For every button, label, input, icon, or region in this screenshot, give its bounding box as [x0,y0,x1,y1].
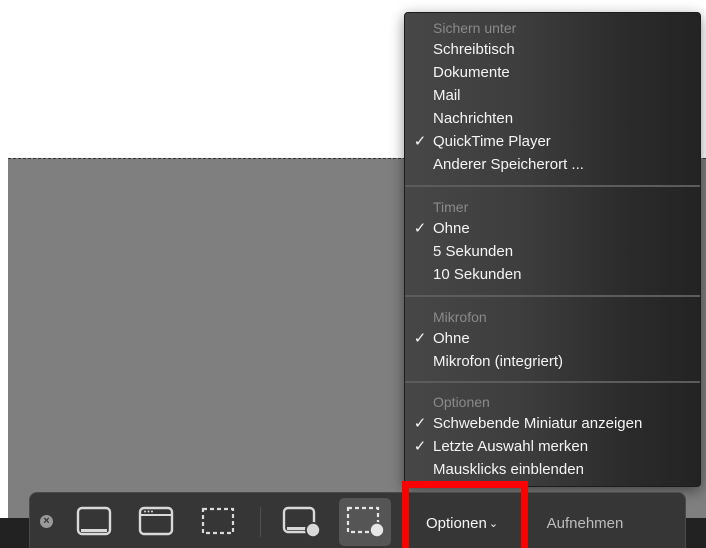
menu-item-label: Schwebende Miniatur anzeigen [433,415,643,432]
menu-item-messages[interactable]: Nachrichten [433,107,694,130]
menu-item-label: Ohne [433,220,470,237]
checkmark-icon: ✓ [413,415,427,432]
menu-header-microphone: Mikrofon [433,309,487,325]
menu-item-timer-10s[interactable]: 10 Sekunden [433,263,694,286]
menu-item-label: Mikrofon (integriert) [433,353,564,370]
menu-item-label: 5 Sekunden [433,243,514,260]
menu-separator [405,295,700,297]
checkmark-icon: ✓ [413,133,427,150]
checkmark-icon: ✓ [413,220,427,237]
menu-item-label: Mail [433,87,461,104]
menu-item-show-floating-thumbnail[interactable]: ✓ Schwebende Miniatur anzeigen [414,412,694,435]
menu-header-save-to: Sichern unter [433,20,517,36]
menu-item-label: Anderer Speicherort ... [433,156,584,173]
capture-entire-screen-icon[interactable] [74,504,114,538]
menu-item-label: Letzte Auswahl merken [433,438,589,455]
close-icon[interactable]: × [40,515,53,528]
menu-item-mic-builtin[interactable]: Mikrofon (integriert) [433,350,694,373]
menu-header-timer: Timer [433,199,469,215]
capture-selection-icon[interactable] [198,504,238,538]
menu-item-desktop[interactable]: Schreibtisch [433,38,694,61]
record-entire-screen-icon[interactable] [280,504,321,538]
menu-item-label: QuickTime Player [433,133,551,150]
record-button[interactable]: Aufnehmen [525,501,645,547]
menu-item-label: Dokumente [433,64,510,81]
menu-header-options: Optionen [433,394,490,410]
record-selection-icon[interactable] [344,504,385,538]
checkmark-icon: ✓ [413,438,427,455]
menu-item-label: Schreibtisch [433,41,515,58]
menu-item-documents[interactable]: Dokumente [433,61,694,84]
menu-item-mic-none[interactable]: ✓ Ohne [414,327,694,350]
menu-item-other-location[interactable]: Anderer Speicherort ... [433,153,694,176]
screenshot-toolbar: × Optionen ⌄ Aufnehmen [29,492,686,548]
screen: Sichern unter Schreibtisch Dokumente Mai… [0,0,706,548]
menu-item-label: Ohne [433,330,470,347]
menu-item-timer-5s[interactable]: 5 Sekunden [433,240,694,263]
menu-item-mail[interactable]: Mail [433,84,694,107]
menu-item-label: Mausklicks einblenden [433,461,584,478]
menu-item-label: Nachrichten [433,110,514,127]
menu-item-timer-none[interactable]: ✓ Ohne [414,217,694,240]
checkmark-icon: ✓ [413,330,427,347]
toolbar-divider [260,507,261,537]
menu-item-remember-last-selection[interactable]: ✓ Letzte Auswahl merken [414,435,694,458]
options-menu: Sichern unter Schreibtisch Dokumente Mai… [404,12,701,487]
menu-separator [405,381,700,383]
menu-separator [405,185,700,187]
capture-window-icon[interactable] [136,504,176,538]
menu-item-quicktime-player[interactable]: ✓ QuickTime Player [414,130,694,153]
options-highlight-box [402,481,528,548]
menu-item-label: 10 Sekunden [433,266,522,283]
menu-item-show-mouse-clicks[interactable]: Mausklicks einblenden [433,458,694,481]
